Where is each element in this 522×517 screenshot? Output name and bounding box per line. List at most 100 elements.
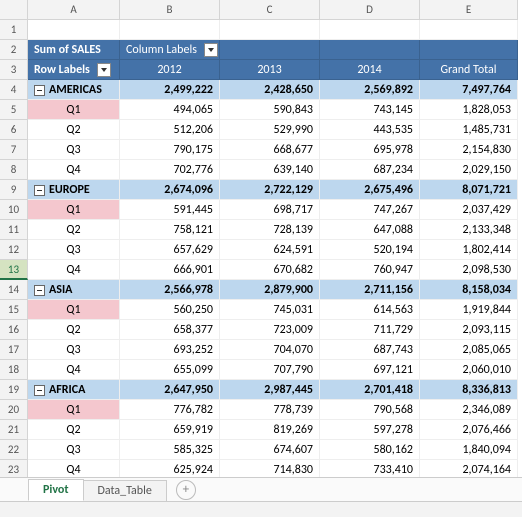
quarter-label: Q4 <box>28 260 120 280</box>
col-year-2012: 2012 <box>120 60 220 80</box>
row-header-9[interactable]: 9 <box>0 180 28 200</box>
collapse-icon[interactable] <box>34 385 45 396</box>
data-cell: 707,790 <box>220 360 320 380</box>
region-total-americas-1: 2,428,650 <box>220 80 320 100</box>
data-cell: 697,121 <box>320 360 420 380</box>
region-total-africa-2: 2,701,418 <box>320 380 420 400</box>
row-header-17[interactable]: 17 <box>0 340 28 360</box>
data-cell: 687,743 <box>320 340 420 360</box>
data-cell: 443,535 <box>320 120 420 140</box>
row-header-4[interactable]: 4 <box>0 80 28 100</box>
region-row-africa[interactable]: AFRICA <box>28 380 120 400</box>
region-total-asia-1: 2,879,900 <box>220 280 320 300</box>
data-cell: 659,919 <box>120 420 220 440</box>
cell-blank <box>28 20 120 40</box>
row-header-21[interactable]: 21 <box>0 420 28 440</box>
col-header-E[interactable]: E <box>420 0 518 20</box>
quarter-label: Q1 <box>28 300 120 320</box>
cell-blank <box>420 20 518 40</box>
pivot-header-blank <box>220 40 320 60</box>
spreadsheet-grid[interactable]: ABCDE12Sum of SALESColumn Labels 3Row La… <box>0 0 522 500</box>
col-header-D[interactable]: D <box>320 0 420 20</box>
data-cell: 790,175 <box>120 140 220 160</box>
data-cell: 693,252 <box>120 340 220 360</box>
data-cell: 2,037,429 <box>420 200 518 220</box>
quarter-label: Q4 <box>28 160 120 180</box>
data-cell: 674,607 <box>220 440 320 460</box>
row-header-1[interactable]: 1 <box>0 20 28 40</box>
region-total-asia-0: 2,566,978 <box>120 280 220 300</box>
column-labels-dropdown[interactable]: Column Labels <box>120 40 220 60</box>
row-header-15[interactable]: 15 <box>0 300 28 320</box>
row-header-2[interactable]: 2 <box>0 40 28 60</box>
col-header-A[interactable]: A <box>28 0 120 20</box>
data-cell: 1,840,094 <box>420 440 518 460</box>
data-cell: 747,267 <box>320 200 420 220</box>
data-cell: 2,085,065 <box>420 340 518 360</box>
region-row-europe[interactable]: EUROPE <box>28 180 120 200</box>
pivot-data-field-label: Sum of SALES <box>28 40 120 60</box>
quarter-label: Q3 <box>28 440 120 460</box>
row-header-6[interactable]: 6 <box>0 120 28 140</box>
row-header-20[interactable]: 20 <box>0 400 28 420</box>
region-total-europe-1: 2,722,129 <box>220 180 320 200</box>
data-cell: 1,802,414 <box>420 240 518 260</box>
data-cell: 2,076,466 <box>420 420 518 440</box>
data-cell: 695,978 <box>320 140 420 160</box>
data-cell: 655,099 <box>120 360 220 380</box>
region-total-europe-3: 8,071,721 <box>420 180 518 200</box>
row-header-13[interactable]: 13 <box>0 260 28 280</box>
row-header-16[interactable]: 16 <box>0 320 28 340</box>
row-header-10[interactable]: 10 <box>0 200 28 220</box>
row-header-22[interactable]: 22 <box>0 440 28 460</box>
data-cell: 778,739 <box>220 400 320 420</box>
row-labels-dropdown[interactable]: Row Labels <box>28 60 120 80</box>
col-header-B[interactable]: B <box>120 0 220 20</box>
data-cell: 2,346,089 <box>420 400 518 420</box>
data-cell: 776,782 <box>120 400 220 420</box>
data-cell: 1,485,731 <box>420 120 518 140</box>
row-header-7[interactable]: 7 <box>0 140 28 160</box>
new-sheet-button[interactable]: + <box>176 480 196 500</box>
collapse-icon[interactable] <box>34 185 45 196</box>
tab-pivot[interactable]: Pivot <box>28 479 84 501</box>
data-cell: 790,568 <box>320 400 420 420</box>
region-total-americas-2: 2,569,892 <box>320 80 420 100</box>
row-header-11[interactable]: 11 <box>0 220 28 240</box>
data-cell: 702,776 <box>120 160 220 180</box>
data-cell: 2,098,530 <box>420 260 518 280</box>
cell-blank <box>320 20 420 40</box>
row-header-5[interactable]: 5 <box>0 100 28 120</box>
row-header-14[interactable]: 14 <box>0 280 28 300</box>
data-cell: 758,121 <box>120 220 220 240</box>
quarter-label: Q2 <box>28 220 120 240</box>
row-header-12[interactable]: 12 <box>0 240 28 260</box>
data-cell: 614,563 <box>320 300 420 320</box>
dropdown-icon <box>97 63 111 77</box>
select-all-corner[interactable] <box>0 0 28 20</box>
region-total-asia-3: 8,158,034 <box>420 280 518 300</box>
pivot-header-blank <box>420 40 518 60</box>
data-cell: 2,060,010 <box>420 360 518 380</box>
data-cell: 585,325 <box>120 440 220 460</box>
quarter-label: Q2 <box>28 420 120 440</box>
collapse-icon[interactable] <box>34 285 45 296</box>
data-cell: 1,828,053 <box>420 100 518 120</box>
col-header-C[interactable]: C <box>220 0 320 20</box>
data-cell: 590,843 <box>220 100 320 120</box>
data-cell: 728,139 <box>220 220 320 240</box>
data-cell: 658,377 <box>120 320 220 340</box>
region-row-asia[interactable]: ASIA <box>28 280 120 300</box>
row-header-18[interactable]: 18 <box>0 360 28 380</box>
data-cell: 597,278 <box>320 420 420 440</box>
data-cell: 2,154,830 <box>420 140 518 160</box>
collapse-icon[interactable] <box>34 85 45 96</box>
row-header-3[interactable]: 3 <box>0 60 28 80</box>
row-header-8[interactable]: 8 <box>0 160 28 180</box>
region-row-americas[interactable]: AMERICAS <box>28 80 120 100</box>
row-header-19[interactable]: 19 <box>0 380 28 400</box>
tab-data-table[interactable]: Data_Table <box>83 480 167 501</box>
data-cell: 580,162 <box>320 440 420 460</box>
region-total-americas-3: 7,497,764 <box>420 80 518 100</box>
data-cell: 687,234 <box>320 160 420 180</box>
